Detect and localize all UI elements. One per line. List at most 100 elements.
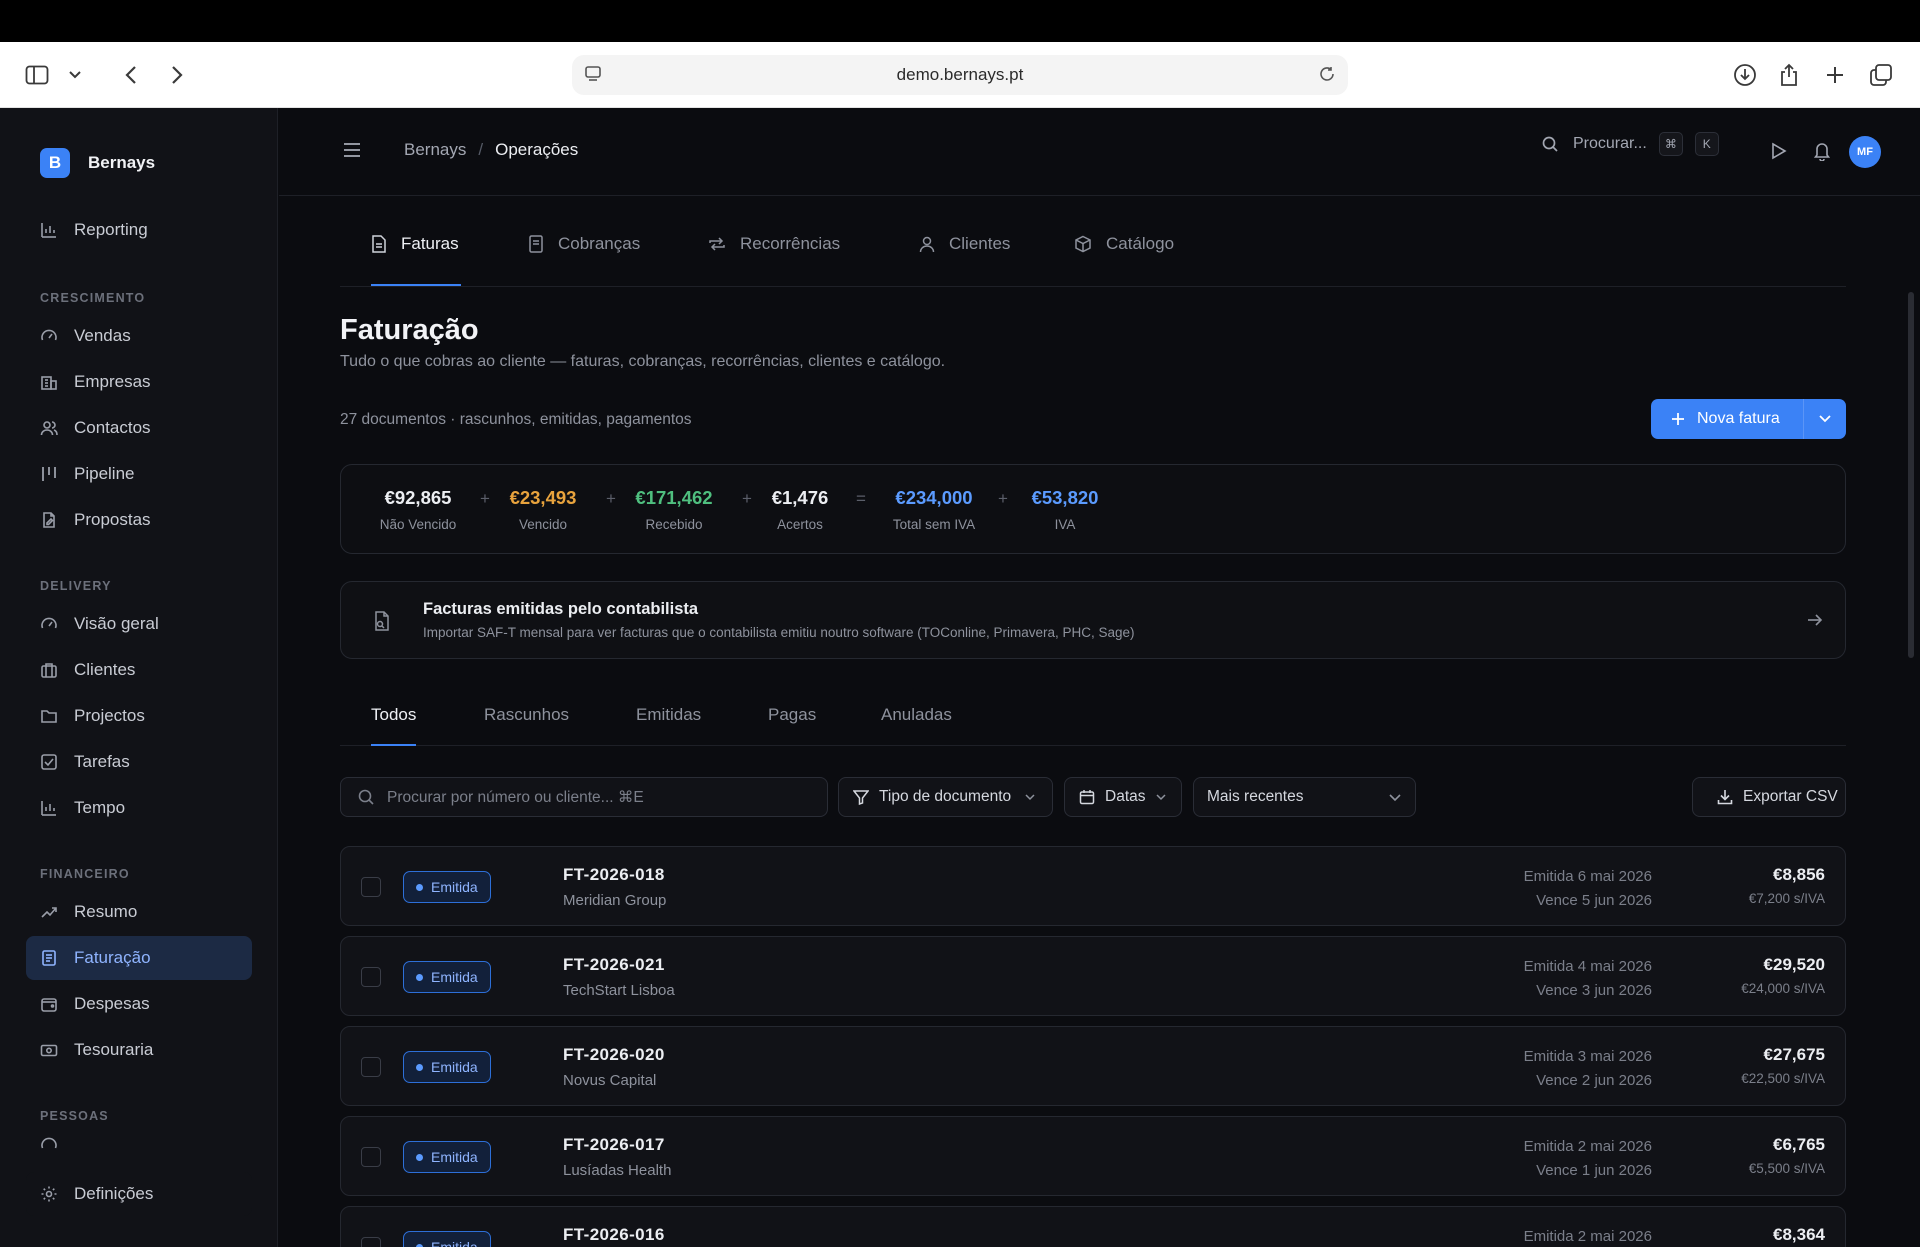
operator: + (480, 489, 490, 508)
breadcrumb-item[interactable]: Bernays (404, 140, 466, 160)
tab-clientes[interactable]: Clientes (919, 234, 1010, 254)
amount-total: €29,520 (1763, 955, 1825, 974)
chevron-down-icon (1389, 794, 1401, 802)
chevron-down-icon[interactable] (60, 60, 90, 90)
sidebar-item-clientes[interactable]: Clientes (26, 648, 252, 692)
brand[interactable]: B Bernays (40, 148, 155, 178)
sidebar-item-despesas[interactable]: Despesas (26, 982, 252, 1026)
new-tab-icon[interactable] (1820, 60, 1850, 90)
table-row[interactable]: Emitida FT-2026-017 Lusíadas Health Emit… (340, 1116, 1846, 1196)
sidebar-item-projectos[interactable]: Projectos (26, 694, 252, 738)
row-checkbox[interactable] (361, 1147, 381, 1167)
invoice-client: TechStart Lisboa (563, 982, 675, 999)
row-checkbox[interactable] (361, 1057, 381, 1077)
filter-icon (853, 790, 869, 805)
invoice-dates: Emitida 2 mai 2026 (1524, 1225, 1652, 1247)
sort-select[interactable]: Mais recentes (1193, 777, 1416, 817)
reload-icon[interactable] (1318, 65, 1336, 88)
sidebar-toggle-icon[interactable] (22, 60, 52, 90)
forward-icon[interactable] (162, 60, 192, 90)
back-icon[interactable] (116, 60, 146, 90)
tab-recorrencias[interactable]: Recorrências (708, 234, 840, 254)
table-row[interactable]: Emitida FT-2026-020 Novus Capital Emitid… (340, 1026, 1846, 1106)
filter-label: Datas (1105, 788, 1146, 805)
tab-pagas[interactable]: Pagas (768, 705, 816, 725)
due-date: Vence 1 jun 2026 (1536, 1162, 1652, 1179)
sidebar-item-partial[interactable] (26, 1132, 252, 1156)
due-date: Vence 5 jun 2026 (1536, 892, 1652, 909)
tab-emitidas[interactable]: Emitidas (636, 705, 701, 725)
table-row[interactable]: Emitida FT-2026-021 TechStart Lisboa Emi… (340, 936, 1846, 1016)
sidebar-section-title: DELIVERY (40, 579, 112, 593)
new-invoice-button[interactable]: Nova fatura (1651, 399, 1804, 439)
status-dot (416, 1063, 423, 1071)
tab-catalogo[interactable]: Catálogo (1074, 234, 1174, 254)
sidebar-item-reporting[interactable]: Reporting (26, 208, 252, 252)
tab-anuladas[interactable]: Anuladas (881, 705, 952, 725)
status-dot (416, 883, 423, 891)
invoice-number: FT-2026-020 (563, 1045, 665, 1064)
sidebar-item-tesouraria[interactable]: Tesouraria (26, 1028, 252, 1072)
sidebar-item-empresas[interactable]: Empresas (26, 360, 252, 404)
sidebar-item-contactos[interactable]: Contactos (26, 406, 252, 450)
global-search[interactable]: Procurar... ⌘ K (1541, 132, 1719, 156)
tab-todos[interactable]: Todos (371, 705, 416, 725)
sidebar-item-faturacao[interactable]: Faturação (26, 936, 252, 980)
sidebar-item-resumo[interactable]: Resumo (26, 890, 252, 934)
breadcrumb: Bernays / Operações (404, 140, 578, 160)
search-icon (358, 789, 374, 805)
saft-import-card[interactable]: Facturas emitidas pelo contabilista Impo… (340, 581, 1846, 659)
chevron-down-icon (1025, 793, 1035, 800)
sidebar-item-label: Reporting (74, 220, 148, 239)
row-checkbox[interactable] (361, 967, 381, 987)
app-header: Bernays / Operações Procurar... ⌘ K MF (279, 108, 1920, 196)
menu-icon[interactable] (343, 142, 361, 163)
play-icon[interactable] (1771, 142, 1787, 165)
sidebar-item-propostas[interactable]: Propostas (26, 498, 252, 542)
amount-total: €6,765 (1773, 1135, 1825, 1154)
stat-value: €234,000 (895, 487, 973, 508)
search-placeholder: Procurar por número ou cliente... ⌘E (387, 788, 644, 806)
tab-rascunhos[interactable]: Rascunhos (484, 705, 569, 725)
tab-faturas[interactable]: Faturas (371, 234, 459, 254)
dates-filter[interactable]: Datas (1064, 777, 1182, 817)
amount-net: €24,000 s/IVA (1741, 981, 1825, 996)
sidebar-item-tarefas[interactable]: Tarefas (26, 740, 252, 784)
tab-label: Catálogo (1106, 234, 1175, 253)
stat-vencido: €23,493 Vencido (503, 487, 583, 532)
address-bar[interactable]: demo.bernays.pt (572, 55, 1348, 95)
status-label: Emitida (431, 879, 478, 895)
doc-type-filter[interactable]: Tipo de documento (838, 777, 1053, 817)
user-icon (919, 236, 935, 253)
breadcrumb-current: Operações (495, 140, 579, 159)
issued-date: Emitida 4 mai 2026 (1523, 958, 1652, 975)
invoice-amounts: €8,856 €7,200 s/IVA (1749, 865, 1825, 906)
sidebar-item-tempo[interactable]: Tempo (26, 786, 252, 830)
status-badge: Emitida (403, 961, 491, 993)
bell-icon[interactable] (1813, 141, 1831, 166)
tabs-overview-icon[interactable] (1866, 60, 1896, 90)
share-icon[interactable] (1774, 60, 1804, 90)
sidebar-item-pipeline[interactable]: Pipeline (26, 452, 252, 496)
download-icon[interactable] (1730, 60, 1760, 90)
reader-icon[interactable] (584, 65, 602, 88)
scrollbar[interactable] (1908, 292, 1914, 658)
table-row[interactable]: Emitida FT-2026-018 Meridian Group Emiti… (340, 846, 1846, 926)
page-title: Faturação (340, 314, 479, 346)
row-checkbox[interactable] (361, 1237, 381, 1247)
export-csv-button[interactable]: Exportar CSV (1692, 777, 1846, 817)
invoice-dates: Emitida 4 mai 2026 Vence 3 jun 2026 (1524, 955, 1652, 1003)
avatar[interactable]: MF (1849, 136, 1881, 168)
sidebar-item-definicoes[interactable]: Definições (26, 1172, 252, 1216)
table-row[interactable]: Emitida FT-2026-016 Emitida 2 mai 2026 €… (340, 1206, 1846, 1247)
status-dot (416, 1153, 423, 1161)
new-invoice-dropdown[interactable] (1804, 399, 1846, 439)
tab-cobrancas[interactable]: Cobranças (528, 234, 640, 254)
sidebar: B Bernays Reporting CRESCIMENTO Vendas E… (0, 108, 278, 1247)
sidebar-item-vendas[interactable]: Vendas (26, 314, 252, 358)
row-checkbox[interactable] (361, 877, 381, 897)
sidebar-item-visao-geral[interactable]: Visão geral (26, 602, 252, 646)
invoice-search-input[interactable]: Procurar por número ou cliente... ⌘E (340, 777, 828, 817)
tab-label: Faturas (401, 234, 459, 253)
file-import-icon (373, 611, 391, 636)
